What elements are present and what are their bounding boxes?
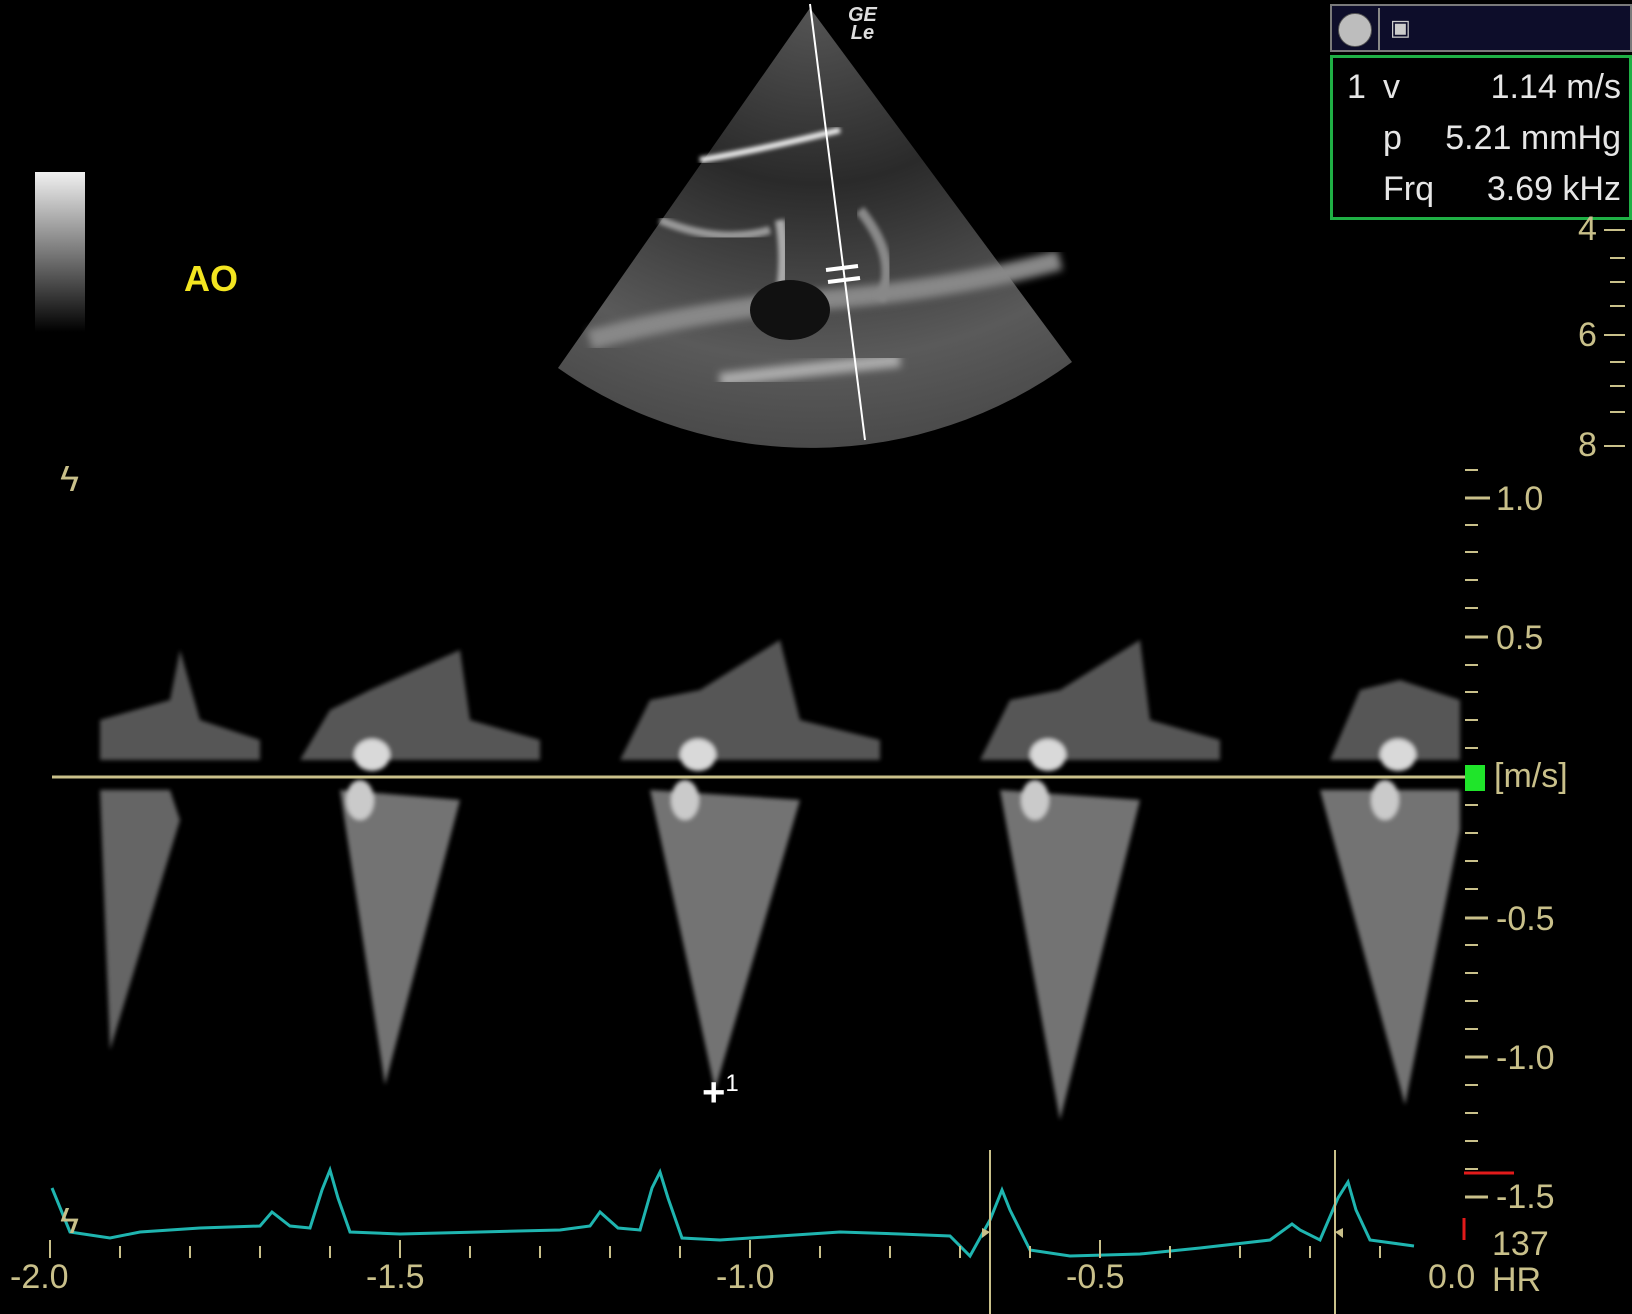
lightning-icon: ϟ — [60, 1200, 80, 1241]
measurement-value: 1.14 m/s — [1490, 68, 1621, 106]
image-cursor-icon[interactable]: ▣ — [1390, 14, 1416, 42]
measurement-row-pressure: p 5.21 mmHg — [1333, 115, 1629, 165]
velocity-label: -1.5 — [1496, 1178, 1555, 1216]
time-label: -2.0 — [10, 1258, 69, 1296]
measurement-name: Frq — [1383, 170, 1434, 208]
record-button[interactable] — [1338, 13, 1372, 47]
velocity-label: -1.0 — [1496, 1039, 1555, 1077]
time-label: -1.0 — [716, 1258, 775, 1296]
time-label: -1.5 — [366, 1258, 425, 1296]
measurement-value: 5.21 mmHg — [1445, 119, 1621, 157]
lightning-icon: ϟ — [60, 458, 80, 499]
time-label: -0.5 — [1066, 1258, 1125, 1296]
depth-label: 6 — [1578, 316, 1597, 354]
view-label: AO — [184, 258, 238, 299]
velocity-unit: [m/s] — [1494, 757, 1568, 795]
measurement-value: 3.69 kHz — [1486, 170, 1621, 208]
velocity-label: 1.0 — [1496, 480, 1544, 518]
heart-rate-value: 137 — [1492, 1225, 1549, 1263]
heart-rate-label: HR — [1492, 1261, 1542, 1299]
measurement-name: v — [1383, 68, 1400, 106]
grayscale-bar — [35, 172, 85, 332]
measurement-cursor[interactable]: +1 — [702, 1064, 739, 1112]
measurement-row-frequency: Frq 3.69 kHz — [1333, 166, 1629, 216]
vendor-logo: GE Le — [848, 5, 877, 44]
measurement-name: p — [1383, 119, 1402, 157]
measurement-index: 1 — [1347, 68, 1366, 106]
ecg-trace — [50, 1165, 1415, 1259]
velocity-label: -0.5 — [1496, 900, 1555, 938]
toolbar-separator — [1378, 8, 1380, 50]
toolbar: ▣ — [1330, 4, 1632, 52]
crosshair-icon: + — [702, 1070, 726, 1115]
measurement-row-velocity: 1 v 1.14 m/s — [1333, 64, 1629, 114]
time-label: 0.0 — [1428, 1258, 1476, 1296]
sector-image — [558, 3, 1072, 448]
depth-label: 4 — [1578, 210, 1597, 248]
baseline-marker — [1465, 765, 1485, 791]
vendor-logo-sub: Le — [850, 22, 875, 44]
measurement-panel: 1 v 1.14 m/s p 5.21 mmHg Frq 3.69 kHz — [1330, 55, 1632, 220]
cursor-index: 1 — [725, 1070, 739, 1097]
depth-label: 8 — [1578, 426, 1597, 464]
heart-rate: 137 HR — [1492, 1226, 1549, 1298]
velocity-scale-ticks — [1465, 469, 1490, 1199]
doppler-spectrum — [100, 640, 1460, 1120]
velocity-label: 0.5 — [1496, 619, 1544, 657]
